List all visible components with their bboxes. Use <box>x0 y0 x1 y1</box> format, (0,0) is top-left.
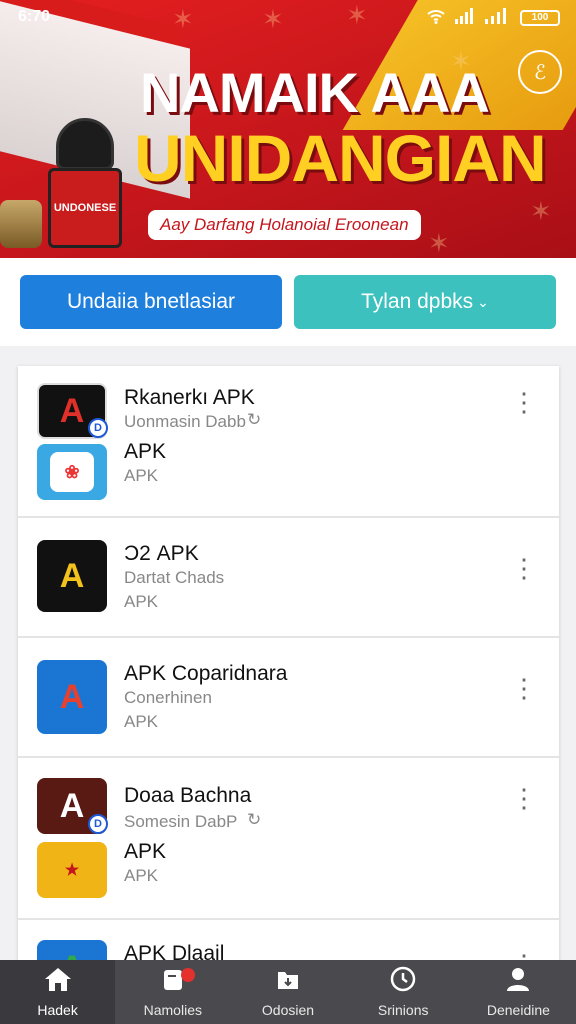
status-time: 6:70 <box>18 8 51 25</box>
star-ornament: ✶ <box>428 228 450 258</box>
app-subtitle: Uonmasin Dabb <box>124 412 246 431</box>
app-icon: A <box>37 660 107 734</box>
signal-icon-2 <box>484 8 512 27</box>
app-subtitle: APK <box>124 466 159 485</box>
action-buttons-row: Undaiia bnetlasiar Tylan dpbks ⌄ <box>0 258 576 346</box>
banner-title-line1: NAMAIK AAA <box>140 61 490 124</box>
more-menu-icon[interactable]: ⋮ <box>511 785 537 811</box>
promo-banner[interactable]: ✶ ✶ ✶ ✶ ✶ ✶ 6:70 100 ℰ UNDONESE NAMAIK A… <box>0 0 576 258</box>
wifi-icon <box>426 8 446 27</box>
compass-button[interactable]: ℰ <box>518 50 562 94</box>
star-ornament: ✶ <box>172 4 194 34</box>
dropdown-button-label: Tylan dpbks <box>361 290 474 313</box>
bottom-navigation: Hadek Namolies Odosien Srinions Deneidin… <box>0 960 576 1024</box>
sync-icon: ↻ <box>247 810 262 829</box>
app-subtitle: Conerhinen <box>124 688 212 707</box>
more-menu-icon[interactable]: ⋮ <box>511 389 537 415</box>
app-icon: ★ <box>37 842 107 898</box>
dropdown-action-button[interactable]: Tylan dpbks ⌄ <box>294 275 556 329</box>
bottle-label: UNDONESE <box>48 168 122 248</box>
battery-icon: 100 <box>520 9 560 26</box>
verified-badge-icon: D <box>88 814 108 834</box>
compass-icon: ℰ <box>533 61 547 84</box>
nav-item-history[interactable]: Srinions <box>346 960 461 1024</box>
nav-item-downloads[interactable]: Odosien <box>230 960 345 1024</box>
status-icons: 100 <box>426 8 560 27</box>
app-name: APK <box>124 840 167 863</box>
chevron-down-icon: ⌄ <box>477 293 489 310</box>
list-item[interactable]: A D ★ Doaa Bachna Somesin DabP ↻ APK APK… <box>18 758 559 920</box>
app-name: Doaa Bachna <box>124 784 252 807</box>
star-ornament: ✶ <box>346 0 368 30</box>
home-icon <box>43 966 73 998</box>
primary-action-button[interactable]: Undaiia bnetlasiar <box>20 275 282 329</box>
app-icon: ❀ <box>37 444 107 500</box>
app-name: Ͻ2 APK <box>124 542 199 565</box>
list-item[interactable]: A D ❀ Rkanerkı APK Uonmasin Dabb ↻ APK A… <box>18 366 559 518</box>
nav-label: Deneidine <box>486 1002 550 1018</box>
app-subtitle: APK <box>124 592 159 611</box>
sync-icon: ↻ <box>247 410 262 429</box>
more-menu-icon[interactable]: ⋮ <box>511 675 537 701</box>
app-subtitle: Somesin DabP <box>124 812 238 831</box>
nav-item-profile[interactable]: Deneidine <box>461 960 576 1024</box>
app-name: APK <box>124 440 167 463</box>
app-subtitle: Dartat Chads <box>124 568 225 587</box>
banner-title-line2: UNIDANGIAN <box>134 121 547 195</box>
app-subtitle: APK <box>124 866 159 885</box>
nav-label: Odosien <box>261 1002 315 1018</box>
product-tin <box>0 200 42 248</box>
list-item[interactable]: A APK Coparidnara Conerhinen APK ⋮ <box>18 638 559 758</box>
notification-dot <box>181 968 196 982</box>
star-ornament: ✶ <box>262 4 284 34</box>
nav-item-home[interactable]: Hadek <box>0 960 116 1024</box>
profile-icon <box>505 966 531 998</box>
star-ornament: ✶ <box>530 196 552 226</box>
app-icon: A <box>37 540 107 612</box>
app-name: Rkanerkı APK <box>124 386 255 409</box>
nav-label: Srinions <box>377 1002 429 1018</box>
bottle-cap <box>56 118 114 170</box>
list-item[interactable]: A Ͻ2 APK Dartat Chads APK ⋮ <box>18 518 559 638</box>
downloads-icon <box>275 966 301 998</box>
verified-badge-icon: D <box>88 418 108 438</box>
clock-icon <box>390 966 416 998</box>
more-menu-icon[interactable]: ⋮ <box>511 555 537 581</box>
nav-item-notifications[interactable]: Namolies <box>115 960 230 1024</box>
app-subtitle: APK <box>124 712 159 731</box>
app-list: A D ❀ Rkanerkı APK Uonmasin Dabb ↻ APK A… <box>18 366 559 966</box>
signal-icon <box>454 8 476 27</box>
nav-label: Namolies <box>143 1002 202 1018</box>
product-bottle: UNDONESE <box>46 118 124 248</box>
app-name: APK Coparidnara <box>124 662 288 685</box>
banner-tagline: Aay Darfang Holanoial Eroonean <box>148 210 421 240</box>
nav-label: Hadek <box>37 1002 78 1018</box>
